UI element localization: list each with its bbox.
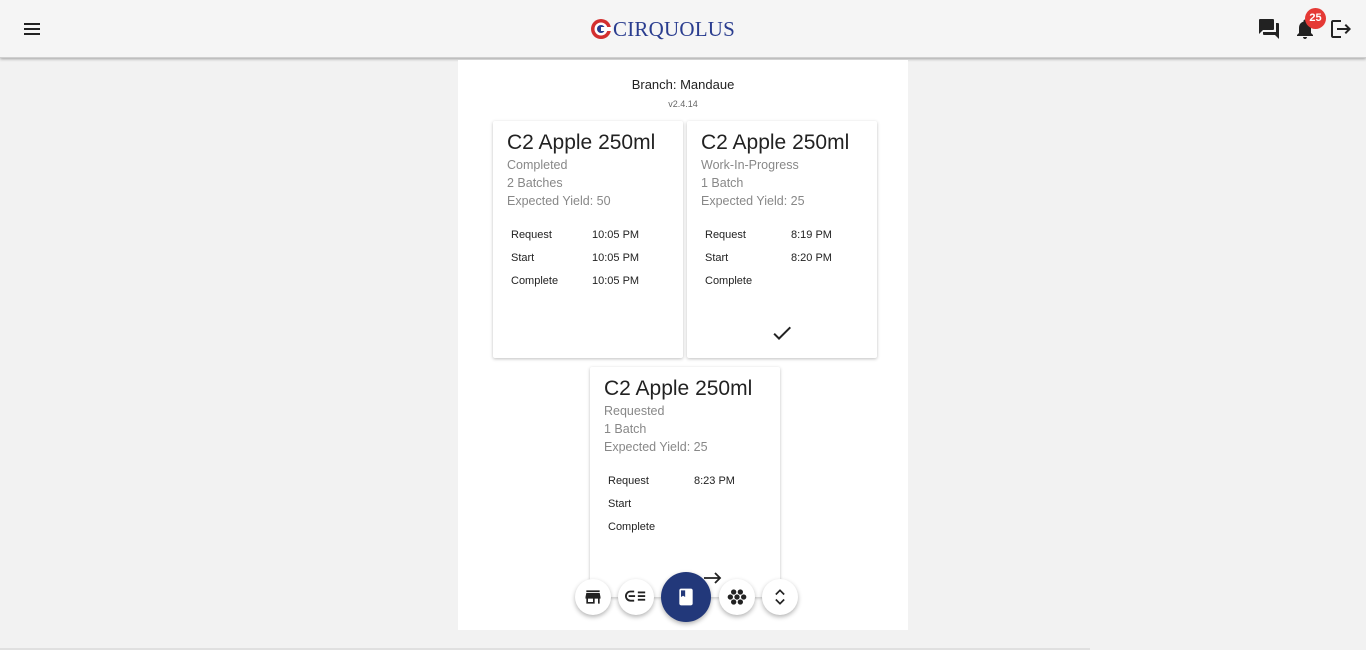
card-yield: Expected Yield: 25: [604, 440, 708, 454]
complete-label: Complete: [705, 275, 753, 287]
chat-icon[interactable]: [1257, 17, 1281, 41]
card-status: Requested: [604, 404, 665, 418]
start-label: Start: [705, 252, 729, 264]
store-icon: [585, 590, 601, 604]
version-label: v2.4.14: [668, 99, 698, 109]
production-card[interactable]: C2 Apple 250ml Requested 1 Batch Expecte…: [590, 367, 780, 597]
check-icon[interactable]: [770, 321, 794, 345]
card-times: Request 8:19 PM Start 8:20 PM Complete: [705, 229, 865, 298]
request-label: Request: [511, 229, 552, 241]
card-batches: 1 Batch: [604, 422, 647, 436]
complete-time: 10:05 PM: [592, 275, 640, 287]
cluster-button[interactable]: [719, 579, 755, 615]
compare-list-button[interactable]: [618, 579, 654, 615]
unfold-button[interactable]: [762, 579, 798, 615]
request-time: 8:19 PM: [791, 229, 832, 241]
card-batches: 2 Batches: [507, 176, 563, 190]
book-icon: [679, 588, 693, 606]
card-title: C2 Apple 250ml: [507, 131, 656, 154]
card-status: Work-In-Progress: [701, 158, 799, 172]
production-card[interactable]: C2 Apple 250ml Work-In-Progress 1 Batch …: [687, 121, 877, 358]
card-title: C2 Apple 250ml: [701, 131, 850, 154]
menu-icon[interactable]: [20, 17, 44, 41]
card-batches: 1 Batch: [701, 176, 744, 190]
card-title: C2 Apple 250ml: [604, 377, 753, 400]
list-compare-icon: [625, 590, 646, 602]
book-button[interactable]: [661, 572, 711, 622]
logo-mark-icon: [591, 19, 612, 39]
card-yield: Expected Yield: 25: [701, 194, 805, 208]
request-label: Request: [608, 475, 649, 487]
card-times: Request 8:23 PM Start Complete: [608, 475, 768, 544]
card-yield: Expected Yield: 50: [507, 194, 611, 208]
complete-label: Complete: [511, 275, 559, 287]
app-bar: CIRQUOLUS 25: [0, 0, 1366, 58]
request-time: 8:23 PM: [694, 475, 735, 487]
card-times: Request 10:05 PM Start 10:05 PM Complete 10…: [511, 229, 671, 298]
request-time: 10:05 PM: [592, 229, 640, 241]
start-label: Start: [608, 498, 632, 510]
start-label: Start: [511, 252, 535, 264]
start-time: 10:05 PM: [592, 252, 640, 264]
complete-label: Complete: [608, 521, 656, 533]
card-status: Completed: [507, 158, 568, 172]
notification-badge: 25: [1305, 8, 1326, 29]
start-time: 8:20 PM: [791, 252, 832, 264]
logo-text: CIRQUOLUS: [613, 16, 735, 41]
store-button[interactable]: [575, 579, 611, 615]
cluster-icon: [727, 589, 747, 605]
request-label: Request: [705, 229, 746, 241]
logout-icon[interactable]: [1329, 17, 1353, 41]
production-card[interactable]: C2 Apple 250ml Completed 2 Batches Expec…: [493, 121, 683, 358]
app-logo: CIRQUOLUS: [590, 16, 735, 42]
unfold-icon: [775, 589, 785, 605]
branch-label: Branch: Mandaue: [631, 77, 735, 92]
